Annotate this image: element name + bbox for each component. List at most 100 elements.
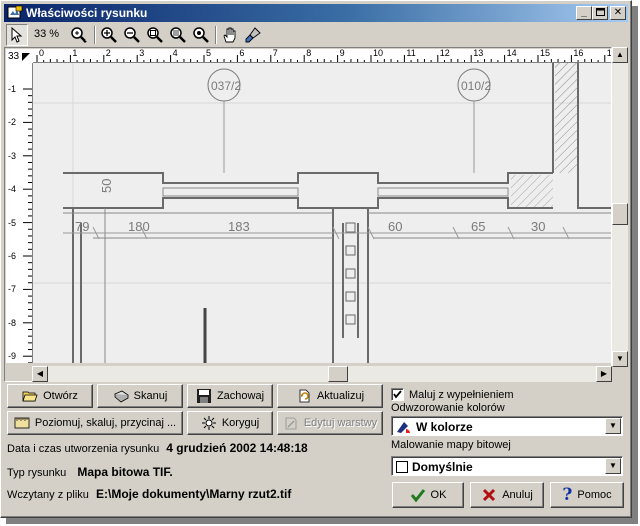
zoom-out-icon	[124, 27, 140, 43]
zoom-fit-icon	[170, 27, 186, 43]
zoom-out-tool[interactable]	[121, 24, 143, 46]
dimension-label: 79	[75, 219, 89, 234]
zoom-in-tool[interactable]	[98, 24, 120, 46]
scroll-right-button[interactable]: ▶	[596, 366, 612, 382]
refresh-label: Aktualizuj	[316, 390, 365, 402]
scroll-up-button[interactable]: ▲	[612, 47, 628, 63]
zoom-window-tool[interactable]	[144, 24, 166, 46]
brush-tool[interactable]	[242, 24, 264, 46]
open-button[interactable]: Otwórz	[7, 384, 93, 408]
level-scale-crop-label: Poziomuj, skaluj, przycinaj ...	[34, 417, 177, 429]
ruler-icon	[14, 417, 30, 429]
ruler-number: -9	[8, 351, 17, 362]
minimize-button[interactable]: _	[576, 6, 592, 20]
ruler-number: 9	[339, 49, 345, 58]
level-scale-crop-button[interactable]: Poziomuj, skaluj, przycinaj ...	[7, 411, 183, 435]
dimension-label: 60	[388, 219, 402, 234]
checkmark-icon	[393, 390, 402, 399]
brush-icon	[245, 27, 261, 43]
type-value: Mapa bitowa TIF.	[77, 465, 173, 479]
open-folder-icon	[22, 391, 38, 402]
ruler-number: 7	[272, 49, 278, 58]
ruler-number: 17	[607, 49, 611, 58]
bitmap-painting-label: Malowanie mapy bitowej	[391, 439, 511, 451]
horizontal-scrollbar[interactable]: ◀ ▶	[32, 366, 612, 382]
ruler-number: 0	[39, 49, 45, 58]
correct-button[interactable]: Koryguj	[187, 411, 273, 435]
loaded-info: Wczytany z pliku E:\Moje dokumenty\Marny…	[7, 487, 291, 501]
bitmap-painting-select[interactable]: Domyślnie ▼	[391, 456, 623, 476]
ruler-corner-value: 33	[8, 51, 20, 62]
title-bar[interactable]: Właściwości rysunku _ ✕	[4, 4, 628, 22]
fill-checkbox-row[interactable]: Maluj z wypełnieniem	[391, 388, 514, 401]
maximize-button[interactable]	[592, 6, 608, 20]
ruler-number: 10	[373, 49, 384, 58]
ruler-number: -3	[8, 150, 17, 161]
cancel-button[interactable]: Anuluj	[470, 482, 544, 508]
ruler-corner-icon	[22, 53, 30, 61]
ruler-number: 8	[306, 49, 312, 58]
zoom-window-icon	[147, 27, 163, 43]
ruler-number: 5	[206, 49, 212, 58]
ruler-number: 13	[473, 49, 484, 58]
edit-layers-button[interactable]: Edytuj warstwy	[277, 411, 383, 435]
color-mapping-select[interactable]: W kolorze ▼	[391, 416, 623, 436]
ok-button[interactable]: OK	[392, 482, 464, 508]
cancel-label: Anuluj	[502, 489, 533, 501]
fill-checkbox[interactable]	[391, 388, 404, 401]
save-label: Zachowaj	[216, 390, 265, 402]
open-label: Otwórz	[43, 390, 78, 402]
ruler-number: 2	[105, 49, 111, 58]
dimension-label: 50	[99, 179, 114, 193]
ruler-number: -4	[8, 184, 17, 195]
bitmap-painting-value: Domyślnie	[412, 460, 473, 474]
question-icon: ?	[562, 485, 573, 505]
drawing-viewer[interactable]: 33 01234567891011121314151617 -1-2-3-4-5…	[4, 47, 612, 382]
created-info: Data i czas utworzenia rysunku 4 grudzie…	[7, 441, 308, 455]
floor-plan-image[interactable]: 037/2 010/2 50 79 180 183 60 65 30	[33, 63, 611, 363]
ruler-number: 16	[573, 49, 584, 58]
toolbar: 33 %	[4, 24, 628, 46]
ruler-number: 3	[139, 49, 145, 58]
zoom-in-icon	[101, 27, 117, 43]
chevron-down-icon[interactable]: ▼	[605, 458, 621, 474]
pointer-tool[interactable]	[6, 24, 28, 46]
pan-tool[interactable]	[219, 24, 241, 46]
correct-label: Koryguj	[221, 417, 260, 429]
color-icon	[397, 422, 410, 433]
vertical-scroll-thumb[interactable]	[612, 203, 628, 225]
scroll-down-button[interactable]: ▼	[612, 351, 628, 367]
cross-icon	[483, 488, 496, 502]
horizontal-scroll-thumb[interactable]	[328, 366, 348, 382]
scanner-icon	[113, 390, 129, 403]
save-button[interactable]: Zachowaj	[187, 384, 273, 408]
zoom-fit-tool[interactable]	[167, 24, 189, 46]
zoom-value: 33 %	[34, 28, 60, 40]
horizontal-ruler: 01234567891011121314151617	[33, 49, 611, 63]
vertical-ruler: -1 -2 -3 -4 -5 -6 -7 -8 -9	[6, 63, 33, 363]
vertical-scrollbar[interactable]: ▲ ▼	[612, 47, 628, 367]
color-mapping-label: Odwzorowanie kolorów	[391, 402, 505, 414]
zoom-all-tool[interactable]	[190, 24, 212, 46]
zoom-all-icon	[193, 27, 209, 43]
ruler-number: -1	[8, 84, 17, 94]
created-label: Data i czas utworzenia rysunku	[7, 443, 160, 455]
type-label: Typ rysunku	[7, 467, 67, 479]
scan-button[interactable]: Skanuj	[97, 384, 183, 408]
toolbar-separator	[94, 26, 96, 44]
chevron-down-icon[interactable]: ▼	[605, 418, 621, 434]
ruler-number: 12	[439, 49, 450, 58]
ruler-number: 6	[239, 49, 245, 58]
ruler-number: 14	[506, 49, 517, 58]
help-button[interactable]: ? Pomoc	[550, 482, 624, 508]
ok-label: OK	[430, 489, 447, 501]
scroll-left-button[interactable]: ◀	[32, 366, 48, 382]
fill-checkbox-label: Maluj z wypełnieniem	[409, 388, 514, 401]
close-button[interactable]: ✕	[610, 6, 626, 20]
properties-window: Właściwości rysunku _ ✕ 33 % 33 0 1 2 3 …	[0, 0, 632, 518]
color-mapping-value: W kolorze	[416, 420, 473, 434]
close-icon: ✕	[613, 7, 623, 18]
refresh-button[interactable]: Aktualizuj	[277, 384, 383, 408]
zoom-tool[interactable]	[68, 24, 90, 46]
checkmark-icon	[410, 489, 425, 503]
